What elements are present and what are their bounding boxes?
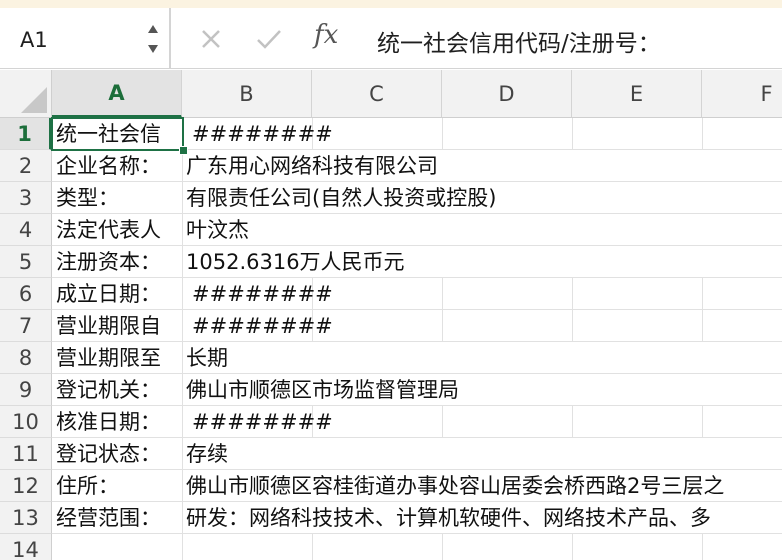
spreadsheet-grid: A B C D E F 1 统一社会信 ######## 2 企业名称： 广东用心网络科技… bbox=[0, 70, 782, 560]
selected-cell-border bbox=[51, 117, 184, 151]
column-header-c[interactable]: C bbox=[312, 70, 442, 118]
cell-b3[interactable]: 有限责任公司(自然人投资或控股) bbox=[186, 182, 496, 214]
window-top-strip bbox=[0, 0, 782, 8]
column-header-d[interactable]: D bbox=[442, 70, 572, 118]
row-header[interactable]: 2 bbox=[0, 150, 52, 182]
cell-overflow-bg bbox=[183, 438, 782, 469]
formula-content[interactable]: 统一社会信用代码/注册号： bbox=[377, 24, 661, 58]
cell-a3[interactable]: 类型： bbox=[56, 182, 180, 214]
row-header[interactable]: 12 bbox=[0, 470, 52, 502]
row-header[interactable]: 8 bbox=[0, 342, 52, 374]
cell-b9[interactable]: 佛山市顺德区市场监督管理局 bbox=[186, 374, 459, 406]
cell-a9[interactable]: 登记机关： bbox=[56, 374, 180, 406]
cell-overflow-bg bbox=[183, 214, 782, 245]
cell-a12[interactable]: 住所： bbox=[56, 470, 180, 502]
cell-a4[interactable]: 法定代表人 bbox=[56, 214, 180, 246]
cell-b5[interactable]: 1052.6316万人民币元 bbox=[186, 246, 405, 278]
cell-a14[interactable] bbox=[56, 534, 180, 560]
fill-handle[interactable] bbox=[179, 146, 188, 155]
row-header[interactable]: 6 bbox=[0, 278, 52, 310]
name-box[interactable]: A1 bbox=[0, 8, 170, 68]
stepper-icon[interactable] bbox=[145, 20, 161, 58]
cell-a8[interactable]: 营业期限至 bbox=[56, 342, 180, 374]
name-box-divider bbox=[170, 8, 171, 68]
row-header[interactable]: 11 bbox=[0, 438, 52, 470]
cell-a2[interactable]: 企业名称： bbox=[56, 150, 180, 182]
cell-b2[interactable]: 广东用心网络科技有限公司 bbox=[186, 150, 438, 182]
cell-b8[interactable]: 长期 bbox=[186, 342, 228, 374]
row-header[interactable]: 7 bbox=[0, 310, 52, 342]
row-header[interactable]: 3 bbox=[0, 182, 52, 214]
fx-icon[interactable]: fx bbox=[314, 20, 338, 50]
cell-b6[interactable]: ######## bbox=[186, 278, 333, 310]
cell-b13[interactable]: 研发：网络科技技术、计算机软硬件、网络技术产品、多 bbox=[186, 502, 711, 534]
confirm-check-icon[interactable] bbox=[252, 22, 286, 56]
formula-bar: A1 fx 统一社会信用代码/注册号： bbox=[0, 8, 782, 69]
cell-b1[interactable]: ######## bbox=[186, 118, 333, 150]
row-header[interactable]: 14 bbox=[0, 534, 52, 560]
cell-b7[interactable]: ######## bbox=[186, 310, 333, 342]
row-header[interactable]: 10 bbox=[0, 406, 52, 438]
row-header[interactable]: 13 bbox=[0, 502, 52, 534]
cell-b11[interactable]: 存续 bbox=[186, 438, 228, 470]
cell-b10[interactable]: ######## bbox=[186, 406, 333, 438]
cell-a11[interactable]: 登记状态： bbox=[56, 438, 180, 470]
cell-a10[interactable]: 核准日期： bbox=[56, 406, 180, 438]
name-box-ref[interactable]: A1 bbox=[20, 28, 48, 52]
row-header[interactable]: 4 bbox=[0, 214, 52, 246]
cell-b12[interactable]: 佛山市顺德区容桂街道办事处容山居委会桥西路2号三层之 bbox=[186, 470, 724, 502]
row-header[interactable]: 5 bbox=[0, 246, 52, 278]
column-header-a[interactable]: A bbox=[52, 70, 182, 118]
cancel-x-icon[interactable] bbox=[194, 22, 228, 56]
row-header[interactable]: 9 bbox=[0, 374, 52, 406]
select-all-corner[interactable] bbox=[0, 70, 52, 118]
cell-b4[interactable]: 叶汶杰 bbox=[186, 214, 249, 246]
column-header-f[interactable]: F bbox=[702, 70, 782, 118]
cell-a13[interactable]: 经营范围： bbox=[56, 502, 180, 534]
cell-a7[interactable]: 营业期限自 bbox=[56, 310, 180, 342]
column-header-b[interactable]: B bbox=[182, 70, 312, 118]
cell-overflow-bg bbox=[183, 342, 782, 373]
column-header-e[interactable]: E bbox=[572, 70, 702, 118]
cell-a6[interactable]: 成立日期： bbox=[56, 278, 180, 310]
row-header[interactable]: 1 bbox=[0, 118, 52, 150]
cell-a5[interactable]: 注册资本： bbox=[56, 246, 180, 278]
